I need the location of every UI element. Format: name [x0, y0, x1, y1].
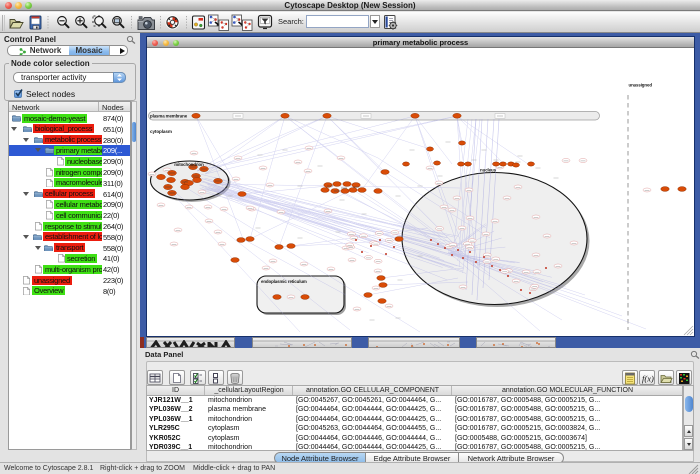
svg-text:mitochondrion: mitochondrion — [174, 162, 204, 167]
svg-text:cytoplasm: cytoplasm — [150, 129, 172, 134]
svg-text:endoplasmic reticulum: endoplasmic reticulum — [261, 279, 307, 284]
svg-text:plasma membrane: plasma membrane — [150, 114, 188, 119]
svg-text:unassigned: unassigned — [629, 83, 653, 88]
svg-text:nucleus: nucleus — [480, 168, 497, 173]
svg-text:f(x): f(x) — [642, 374, 654, 384]
